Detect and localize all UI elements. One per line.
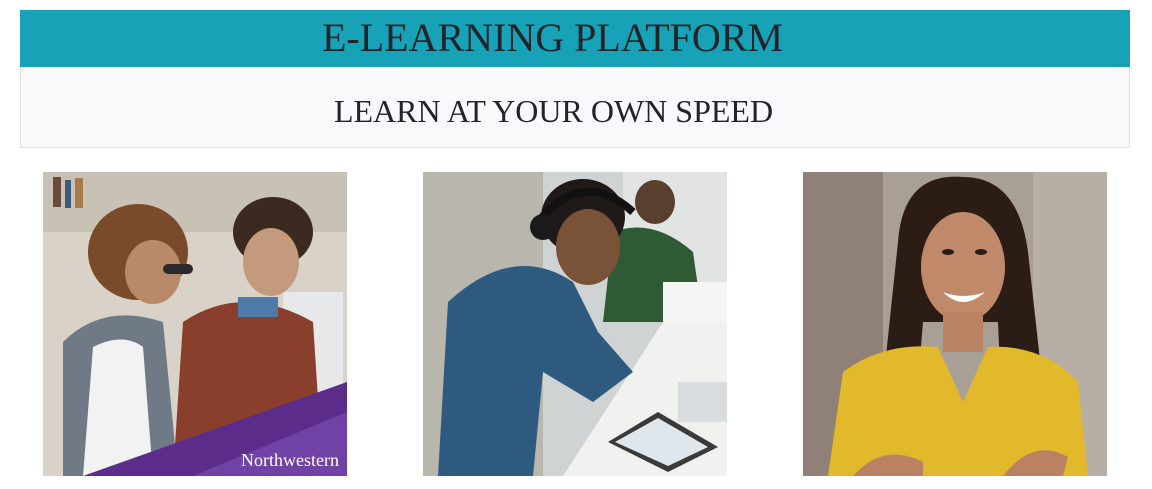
image-card-students: Northwestern [43,172,347,476]
headphones-student-photo [423,172,727,476]
page-title: E-LEARNING PLATFORM [321,15,784,60]
image-card-portrait [803,172,1107,476]
image-card-headphones [423,172,727,476]
subtitle-section: LEARN AT YOUR OWN SPEED [20,67,1130,148]
smiling-woman-photo [803,172,1107,476]
title-banner: E-LEARNING PLATFORM [20,10,1130,67]
students-photo [43,172,347,476]
northwestern-logo-text: Northwestern [241,450,339,470]
page-subtitle: LEARN AT YOUR OWN SPEED [333,93,774,129]
